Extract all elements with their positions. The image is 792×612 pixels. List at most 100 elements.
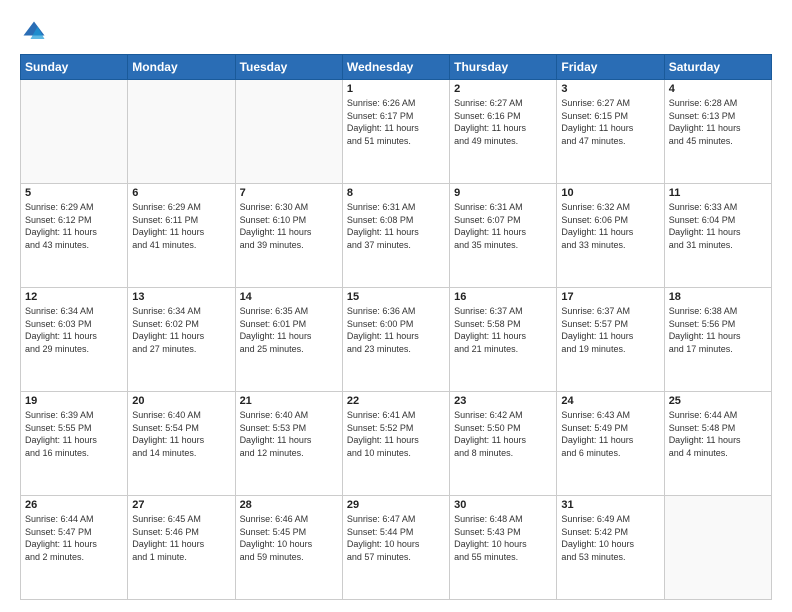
calendar-header-row: SundayMondayTuesdayWednesdayThursdayFrid…: [21, 55, 772, 80]
calendar-cell: [128, 80, 235, 184]
day-info: Sunrise: 6:46 AM Sunset: 5:45 PM Dayligh…: [240, 513, 338, 563]
day-number: 4: [669, 83, 767, 95]
logo-icon: [20, 18, 48, 46]
day-number: 28: [240, 499, 338, 511]
day-info: Sunrise: 6:27 AM Sunset: 6:16 PM Dayligh…: [454, 97, 552, 147]
calendar-cell: 25 Sunrise: 6:44 AM Sunset: 5:48 PM Dayli…: [664, 392, 771, 496]
day-number: 13: [132, 291, 230, 303]
day-info: Sunrise: 6:44 AM Sunset: 5:47 PM Dayligh…: [25, 513, 123, 563]
calendar-cell: [235, 80, 342, 184]
day-info: Sunrise: 6:31 AM Sunset: 6:07 PM Dayligh…: [454, 201, 552, 251]
day-info: Sunrise: 6:40 AM Sunset: 5:53 PM Dayligh…: [240, 409, 338, 459]
calendar-week-2: 12 Sunrise: 6:34 AM Sunset: 6:03 PM Dayli…: [21, 288, 772, 392]
calendar-cell: 15 Sunrise: 6:36 AM Sunset: 6:00 PM Dayli…: [342, 288, 449, 392]
calendar-week-3: 19Sunrise: 6:39 AM Sunset: 5:55 PM Dayli…: [21, 392, 772, 496]
day-info: Sunrise: 6:29 AM Sunset: 6:11 PM Dayligh…: [132, 201, 230, 251]
day-info: Sunrise: 6:48 AM Sunset: 5:43 PM Dayligh…: [454, 513, 552, 563]
day-info: Sunrise: 6:33 AM Sunset: 6:04 PM Dayligh…: [669, 201, 767, 251]
day-info: Sunrise: 6:34 AM Sunset: 6:03 PM Dayligh…: [25, 305, 123, 355]
day-info: Sunrise: 6:45 AM Sunset: 5:46 PM Dayligh…: [132, 513, 230, 563]
calendar-cell: 11 Sunrise: 6:33 AM Sunset: 6:04 PM Dayli…: [664, 184, 771, 288]
logo: [20, 18, 52, 46]
day-number: 16: [454, 291, 552, 303]
calendar-cell: 10 Sunrise: 6:32 AM Sunset: 6:06 PM Dayli…: [557, 184, 664, 288]
day-info: Sunrise: 6:41 AM Sunset: 5:52 PM Dayligh…: [347, 409, 445, 459]
day-number: 3: [561, 83, 659, 95]
calendar-header-tuesday: Tuesday: [235, 55, 342, 80]
day-number: 27: [132, 499, 230, 511]
calendar-cell: 30 Sunrise: 6:48 AM Sunset: 5:43 PM Dayli…: [450, 496, 557, 600]
calendar-header-sunday: Sunday: [21, 55, 128, 80]
calendar-cell: [664, 496, 771, 600]
calendar-cell: 4 Sunrise: 6:28 AM Sunset: 6:13 PM Daylig…: [664, 80, 771, 184]
day-number: 7: [240, 187, 338, 199]
day-number: 9: [454, 187, 552, 199]
calendar-cell: [21, 80, 128, 184]
day-number: 14: [240, 291, 338, 303]
day-info: Sunrise: 6:32 AM Sunset: 6:06 PM Dayligh…: [561, 201, 659, 251]
day-number: 2: [454, 83, 552, 95]
day-info: Sunrise: 6:37 AM Sunset: 5:57 PM Dayligh…: [561, 305, 659, 355]
day-number: 21: [240, 395, 338, 407]
day-number: 5: [25, 187, 123, 199]
day-number: 20: [132, 395, 230, 407]
day-number: 12: [25, 291, 123, 303]
day-number: 26: [25, 499, 123, 511]
day-number: 15: [347, 291, 445, 303]
day-number: 18: [669, 291, 767, 303]
calendar-cell: 24Sunrise: 6:43 AM Sunset: 5:49 PM Dayli…: [557, 392, 664, 496]
calendar-cell: 1 Sunrise: 6:26 AM Sunset: 6:17 PM Daylig…: [342, 80, 449, 184]
day-info: Sunrise: 6:49 AM Sunset: 5:42 PM Dayligh…: [561, 513, 659, 563]
calendar-cell: 23 Sunrise: 6:42 AM Sunset: 5:50 PM Dayli…: [450, 392, 557, 496]
calendar-cell: 20 Sunrise: 6:40 AM Sunset: 5:54 PM Dayli…: [128, 392, 235, 496]
calendar-cell: 21 Sunrise: 6:40 AM Sunset: 5:53 PM Dayli…: [235, 392, 342, 496]
calendar-cell: 6 Sunrise: 6:29 AM Sunset: 6:11 PM Daylig…: [128, 184, 235, 288]
day-number: 1: [347, 83, 445, 95]
day-info: Sunrise: 6:40 AM Sunset: 5:54 PM Dayligh…: [132, 409, 230, 459]
day-info: Sunrise: 6:38 AM Sunset: 5:56 PM Dayligh…: [669, 305, 767, 355]
page: SundayMondayTuesdayWednesdayThursdayFrid…: [0, 0, 792, 612]
calendar-week-0: 1 Sunrise: 6:26 AM Sunset: 6:17 PM Daylig…: [21, 80, 772, 184]
calendar-header-monday: Monday: [128, 55, 235, 80]
calendar-cell: 14 Sunrise: 6:35 AM Sunset: 6:01 PM Dayli…: [235, 288, 342, 392]
day-info: Sunrise: 6:39 AM Sunset: 5:55 PM Dayligh…: [25, 409, 123, 459]
day-number: 30: [454, 499, 552, 511]
calendar-header-saturday: Saturday: [664, 55, 771, 80]
day-info: Sunrise: 6:44 AM Sunset: 5:48 PM Dayligh…: [669, 409, 767, 459]
day-info: Sunrise: 6:36 AM Sunset: 6:00 PM Dayligh…: [347, 305, 445, 355]
calendar-cell: 29 Sunrise: 6:47 AM Sunset: 5:44 PM Dayli…: [342, 496, 449, 600]
calendar-cell: 27 Sunrise: 6:45 AM Sunset: 5:46 PM Dayli…: [128, 496, 235, 600]
day-number: 31: [561, 499, 659, 511]
calendar-week-1: 5Sunrise: 6:29 AM Sunset: 6:12 PM Daylig…: [21, 184, 772, 288]
day-info: Sunrise: 6:30 AM Sunset: 6:10 PM Dayligh…: [240, 201, 338, 251]
day-number: 25: [669, 395, 767, 407]
day-number: 29: [347, 499, 445, 511]
calendar-cell: 8Sunrise: 6:31 AM Sunset: 6:08 PM Daylig…: [342, 184, 449, 288]
day-info: Sunrise: 6:31 AM Sunset: 6:08 PM Dayligh…: [347, 201, 445, 251]
calendar-cell: 2 Sunrise: 6:27 AM Sunset: 6:16 PM Daylig…: [450, 80, 557, 184]
header: [20, 18, 772, 46]
calendar-cell: 19Sunrise: 6:39 AM Sunset: 5:55 PM Dayli…: [21, 392, 128, 496]
calendar-cell: 3 Sunrise: 6:27 AM Sunset: 6:15 PM Daylig…: [557, 80, 664, 184]
calendar-header-wednesday: Wednesday: [342, 55, 449, 80]
day-info: Sunrise: 6:27 AM Sunset: 6:15 PM Dayligh…: [561, 97, 659, 147]
calendar-cell: 18 Sunrise: 6:38 AM Sunset: 5:56 PM Dayli…: [664, 288, 771, 392]
day-info: Sunrise: 6:42 AM Sunset: 5:50 PM Dayligh…: [454, 409, 552, 459]
day-info: Sunrise: 6:47 AM Sunset: 5:44 PM Dayligh…: [347, 513, 445, 563]
calendar-table: SundayMondayTuesdayWednesdayThursdayFrid…: [20, 54, 772, 600]
calendar-header-thursday: Thursday: [450, 55, 557, 80]
day-info: Sunrise: 6:35 AM Sunset: 6:01 PM Dayligh…: [240, 305, 338, 355]
day-info: Sunrise: 6:26 AM Sunset: 6:17 PM Dayligh…: [347, 97, 445, 147]
day-number: 17: [561, 291, 659, 303]
calendar-week-4: 26 Sunrise: 6:44 AM Sunset: 5:47 PM Dayli…: [21, 496, 772, 600]
day-number: 23: [454, 395, 552, 407]
calendar-cell: 26 Sunrise: 6:44 AM Sunset: 5:47 PM Dayli…: [21, 496, 128, 600]
day-number: 11: [669, 187, 767, 199]
calendar-header-friday: Friday: [557, 55, 664, 80]
day-number: 6: [132, 187, 230, 199]
calendar-cell: 28 Sunrise: 6:46 AM Sunset: 5:45 PM Dayli…: [235, 496, 342, 600]
day-info: Sunrise: 6:37 AM Sunset: 5:58 PM Dayligh…: [454, 305, 552, 355]
day-info: Sunrise: 6:28 AM Sunset: 6:13 PM Dayligh…: [669, 97, 767, 147]
calendar-cell: 9 Sunrise: 6:31 AM Sunset: 6:07 PM Daylig…: [450, 184, 557, 288]
day-number: 10: [561, 187, 659, 199]
